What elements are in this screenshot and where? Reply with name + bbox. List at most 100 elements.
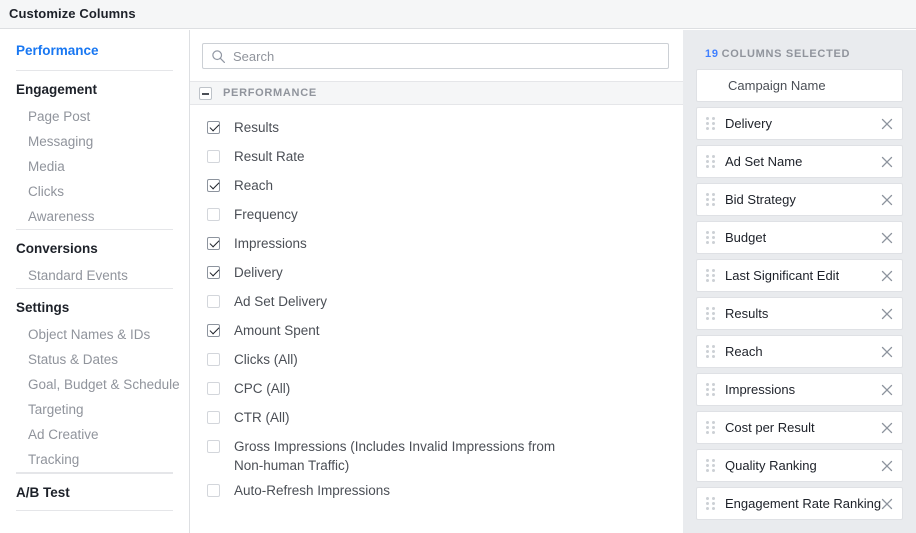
selected-columns-list: Campaign Name Delivery Ad Set Name Bid Stra…	[696, 69, 903, 520]
category-sidebar: Performance Engagement Page Post Messaging…	[0, 30, 190, 533]
selected-column-label: Reach	[725, 344, 763, 359]
close-icon[interactable]	[880, 155, 894, 169]
checkbox-unchecked-icon[interactable]	[207, 208, 220, 221]
close-icon[interactable]	[880, 193, 894, 207]
column-checkbox-row[interactable]: Amount Spent	[202, 320, 671, 349]
sidebar-item-goal-budget-schedule[interactable]: Goal, Budget & Schedule	[16, 372, 180, 397]
column-checkbox-label: Clicks (All)	[234, 352, 298, 367]
column-checkbox-label: Amount Spent	[234, 323, 320, 338]
section-header-performance[interactable]: PERFORMANCE	[190, 81, 683, 105]
drag-handle-icon[interactable]	[706, 269, 716, 283]
column-checkbox-row[interactable]: Delivery	[202, 262, 671, 291]
sidebar-item-tracking[interactable]: Tracking	[16, 447, 173, 472]
selected-column-row[interactable]: Cost per Result	[696, 411, 903, 444]
column-checkbox-row[interactable]: Clicks (All)	[202, 349, 671, 378]
sidebar-group-engagement[interactable]: Engagement	[16, 71, 173, 104]
sidebar-item-targeting[interactable]: Targeting	[16, 397, 173, 422]
sidebar-item-awareness[interactable]: Awareness	[16, 204, 173, 229]
checkbox-checked-icon[interactable]	[207, 237, 220, 250]
close-icon[interactable]	[880, 231, 894, 245]
selected-column-row[interactable]: Last Significant Edit	[696, 259, 903, 292]
selected-column-row[interactable]: Quality Ranking	[696, 449, 903, 482]
sidebar-item-standard-events[interactable]: Standard Events	[16, 263, 173, 288]
checkbox-checked-icon[interactable]	[207, 179, 220, 192]
selected-column-row[interactable]: Ad Set Name	[696, 145, 903, 178]
checkbox-unchecked-icon[interactable]	[207, 440, 220, 453]
sidebar-item-status-dates[interactable]: Status & Dates	[16, 347, 173, 372]
sidebar-item-clicks[interactable]: Clicks	[16, 179, 173, 204]
checkbox-unchecked-icon[interactable]	[207, 353, 220, 366]
search-input[interactable]	[231, 44, 651, 68]
column-checkbox-row[interactable]: Impressions	[202, 233, 671, 262]
selected-column-label: Quality Ranking	[725, 458, 817, 473]
selected-column-row[interactable]: Impressions	[696, 373, 903, 406]
selected-column-label: Impressions	[725, 382, 796, 397]
selected-column-row[interactable]: Bid Strategy	[696, 183, 903, 216]
drag-handle-icon[interactable]	[706, 155, 716, 169]
selected-column-row[interactable]: Reach	[696, 335, 903, 368]
sidebar-group-conversions[interactable]: Conversions	[16, 230, 173, 263]
close-icon[interactable]	[880, 117, 894, 131]
column-checkbox-label: CTR (All)	[234, 410, 290, 425]
search-box[interactable]	[202, 43, 669, 69]
column-checkbox-row[interactable]: Result Rate	[202, 146, 671, 175]
column-checkbox-row[interactable]: Ad Set Delivery	[202, 291, 671, 320]
close-icon[interactable]	[880, 421, 894, 435]
sidebar-groups: Engagement Page Post Messaging Media Clicks A…	[16, 71, 180, 473]
checkbox-unchecked-icon[interactable]	[207, 411, 220, 424]
sidebar-item-performance[interactable]: Performance	[16, 30, 173, 70]
close-icon[interactable]	[880, 345, 894, 359]
selected-columns-header: 19 COLUMNS SELECTED	[696, 30, 903, 69]
dialog-body: Performance Engagement Page Post Messaging…	[0, 30, 916, 533]
selected-column-row[interactable]: Delivery	[696, 107, 903, 140]
checkbox-checked-icon[interactable]	[207, 324, 220, 337]
sidebar-item-messaging[interactable]: Messaging	[16, 129, 173, 154]
search-icon	[212, 50, 226, 64]
close-icon[interactable]	[880, 269, 894, 283]
checkbox-unchecked-icon[interactable]	[207, 484, 220, 497]
column-picker-panel: PERFORMANCE Results Result Rate Reach Frequ…	[190, 30, 683, 533]
minus-icon[interactable]	[199, 86, 212, 100]
drag-handle-icon[interactable]	[706, 497, 716, 511]
dialog-titlebar: Customize Columns	[0, 0, 916, 29]
drag-handle-icon[interactable]	[706, 117, 716, 131]
sidebar-group-settings[interactable]: Settings	[16, 289, 173, 322]
drag-handle-icon[interactable]	[706, 421, 716, 435]
close-icon[interactable]	[880, 383, 894, 397]
column-checkbox-row[interactable]: CTR (All)	[202, 407, 671, 436]
checkbox-checked-icon[interactable]	[207, 266, 220, 279]
sidebar-group-ab-test[interactable]: A/B Test	[16, 474, 173, 510]
drag-handle-icon[interactable]	[706, 193, 716, 207]
checkbox-checked-icon[interactable]	[207, 121, 220, 134]
drag-handle-icon[interactable]	[706, 459, 716, 473]
sidebar-item-ad-creative[interactable]: Ad Creative	[16, 422, 173, 447]
column-checkbox-row[interactable]: Auto-Refresh Impressions	[202, 480, 671, 509]
drag-handle-icon[interactable]	[706, 307, 716, 321]
drag-handle-icon[interactable]	[706, 383, 716, 397]
column-checkbox-row[interactable]: Gross Impressions (Includes Invalid Impr…	[202, 436, 671, 480]
close-icon[interactable]	[880, 497, 894, 511]
drag-handle-icon[interactable]	[706, 345, 716, 359]
selected-column-row[interactable]: Engagement Rate Ranking	[696, 487, 903, 520]
checkbox-unchecked-icon[interactable]	[207, 382, 220, 395]
column-checkbox-row[interactable]: Frequency	[202, 204, 671, 233]
sidebar-item-object-names-ids[interactable]: Object Names & IDs	[16, 322, 173, 347]
selected-column-label: Delivery	[725, 116, 772, 131]
column-checkbox-label: Frequency	[234, 207, 298, 222]
sidebar-item-media[interactable]: Media	[16, 154, 173, 179]
column-checkbox-row[interactable]: CPC (All)	[202, 378, 671, 407]
drag-handle-icon[interactable]	[706, 231, 716, 245]
selected-column-row[interactable]: Results	[696, 297, 903, 330]
checkbox-unchecked-icon[interactable]	[207, 295, 220, 308]
column-checkbox-label: Auto-Refresh Impressions	[234, 483, 391, 498]
selected-column-row[interactable]: Budget	[696, 221, 903, 254]
column-checkbox-row[interactable]: Reach	[202, 175, 671, 204]
sidebar-item-page-post[interactable]: Page Post	[16, 104, 173, 129]
close-icon[interactable]	[880, 459, 894, 473]
column-checkbox-label: CPC (All)	[234, 381, 291, 396]
selected-column-row: Campaign Name	[696, 69, 903, 102]
close-icon[interactable]	[880, 307, 894, 321]
checkbox-unchecked-icon[interactable]	[207, 150, 220, 163]
selected-columns-heading-label: COLUMNS SELECTED	[721, 48, 851, 60]
column-checkbox-row[interactable]: Results	[202, 117, 671, 146]
